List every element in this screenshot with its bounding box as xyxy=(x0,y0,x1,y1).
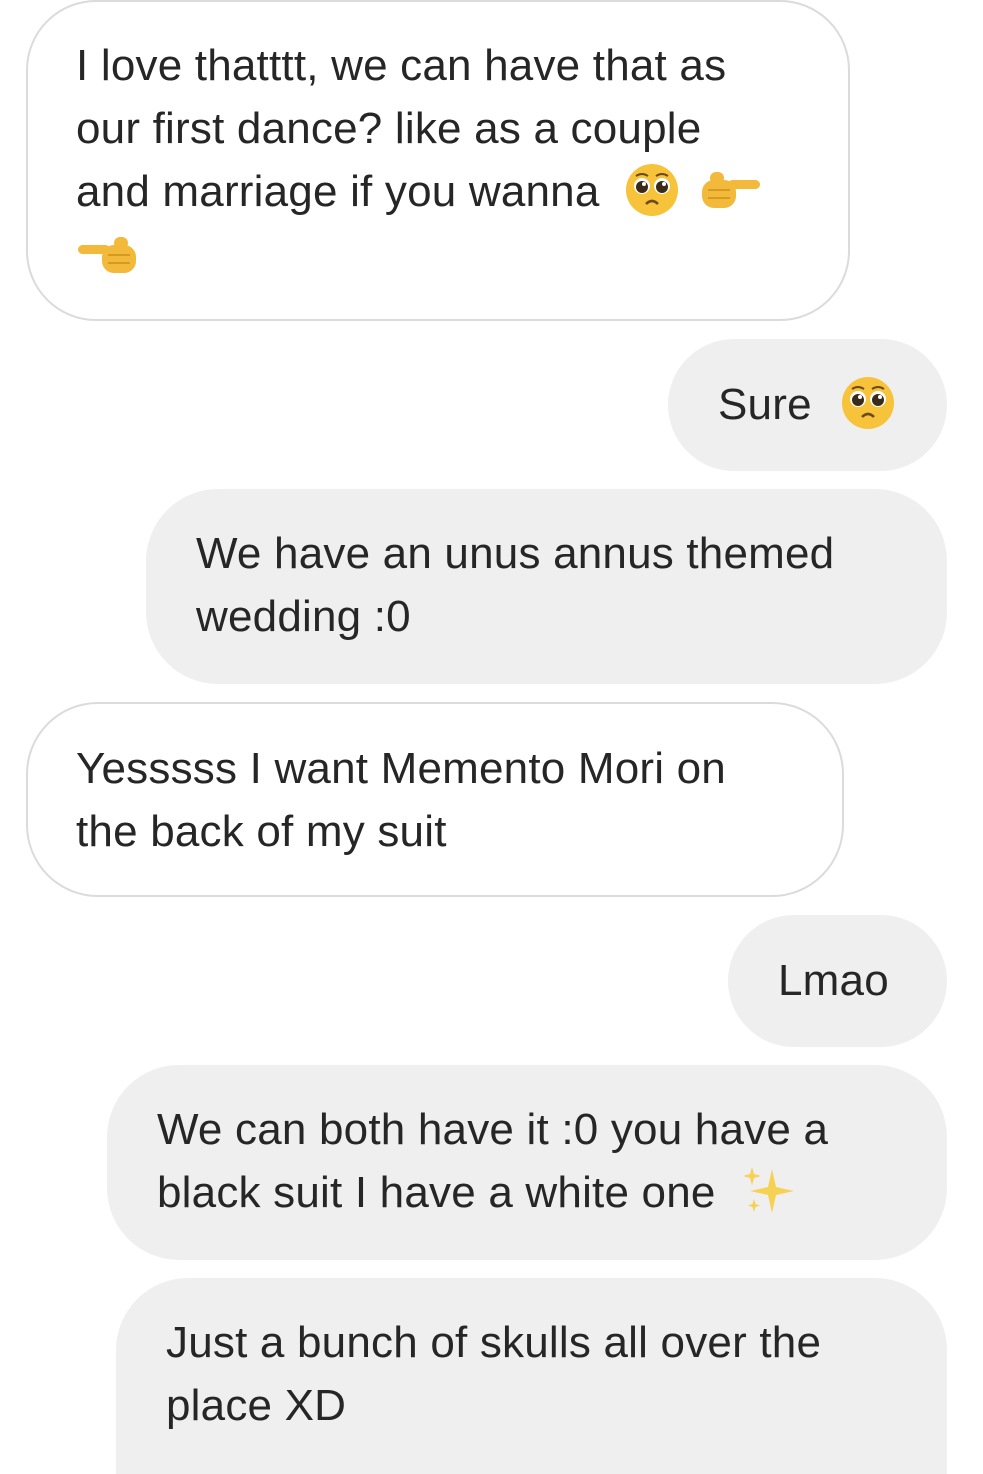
message-bubble-received[interactable]: I love thatttt, we can have that as our … xyxy=(26,0,850,321)
message-bubble-sent[interactable]: We can both have it :0 you have a black … xyxy=(107,1065,947,1260)
message-text-line: Just a bunch of skulls all over the xyxy=(166,1318,822,1367)
message-text: Sure xyxy=(718,380,812,429)
pointing-left-icon xyxy=(76,233,138,277)
pleading-face-icon xyxy=(840,375,896,431)
pointing-right-icon xyxy=(700,168,762,212)
message-bubble-sent[interactable]: We have an unus annus themed wedding :0 xyxy=(146,489,947,684)
message-text-line: We have an unus annus themed xyxy=(196,529,835,578)
message-text-line: the back of my suit xyxy=(76,807,447,856)
message-text: Lmao xyxy=(778,956,889,1005)
message-text-line: black suit I have a white one xyxy=(157,1168,716,1217)
message-text-line: wedding :0 xyxy=(196,592,411,641)
message-bubble-sent[interactable]: Lmao xyxy=(728,915,947,1047)
message-text-line: our first dance? like as a couple xyxy=(76,104,702,153)
message-text-line: Yesssss I want Memento Mori on xyxy=(76,744,726,793)
message-text-line: place XD xyxy=(166,1381,347,1430)
pleading-face-icon xyxy=(624,162,680,218)
message-bubble-received[interactable]: Yesssss I want Memento Mori on the back … xyxy=(26,702,844,897)
message-text-line: and marriage if you wanna xyxy=(76,167,600,216)
message-bubble-sent[interactable]: Just a bunch of skulls all over the plac… xyxy=(116,1278,947,1474)
sparkles-icon xyxy=(740,1163,798,1219)
message-text-line: We can both have it :0 you have a xyxy=(157,1105,829,1154)
message-text-line: I love thatttt, we can have that as xyxy=(76,41,727,90)
message-bubble-sent[interactable]: Sure xyxy=(668,339,947,471)
